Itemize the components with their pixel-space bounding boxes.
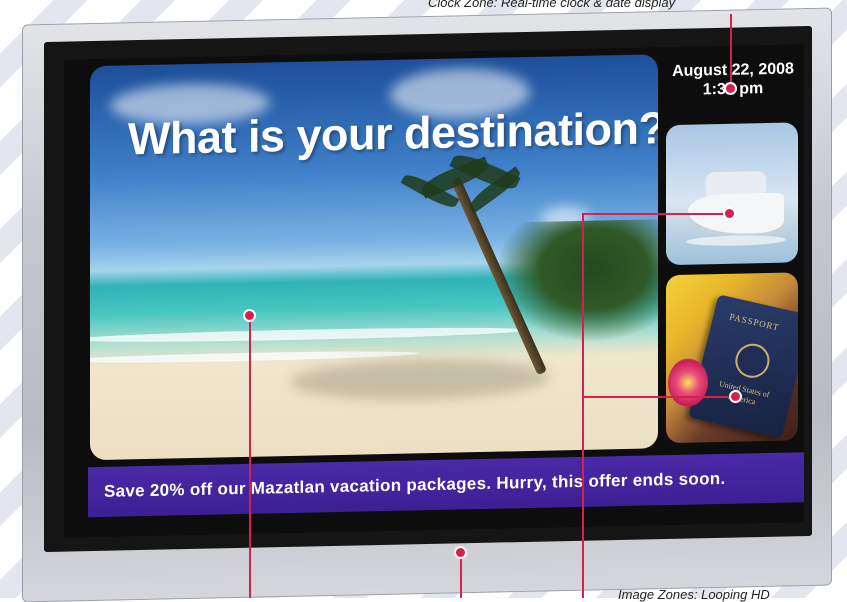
clock-callout-dot — [726, 84, 735, 93]
passport-book: PASSPORT United States of America — [688, 294, 798, 439]
main-image-zone: What is your destination? — [90, 54, 658, 461]
passport-image-zone: PASSPORT United States of America — [666, 272, 798, 444]
bezel-callout-line — [460, 553, 462, 598]
bezel-callout-dot — [456, 548, 465, 557]
passport-title: PASSPORT — [728, 311, 781, 333]
digital-signage-screen: What is your destination? August 22, 200… — [64, 44, 804, 538]
cruise-ship-image-zone — [666, 122, 798, 266]
clock-callout-line — [730, 14, 732, 88]
image-zones-caption: Image Zones: Looping HD — [618, 587, 770, 602]
passport-callout-dot — [731, 392, 740, 401]
headline: What is your destination? — [128, 102, 658, 165]
image-zones-callout-line — [582, 213, 584, 598]
ship-wake — [686, 234, 786, 247]
ticker-text: Save 20% off our Mazatlan vacation packa… — [104, 468, 726, 501]
clock-date: August 22, 2008 — [672, 60, 794, 81]
wave-foam — [90, 324, 530, 345]
passport-seal-icon — [731, 340, 774, 382]
palm-shadow — [290, 356, 550, 403]
main-zone-callout-line — [249, 316, 251, 598]
image-zones-callout-branch-bottom — [582, 396, 730, 398]
ticker-zone: Save 20% off our Mazatlan vacation packa… — [88, 452, 804, 518]
passport-country: United States of America — [718, 379, 771, 407]
main-zone-callout-dot — [245, 311, 254, 320]
ship-callout-dot — [725, 209, 734, 218]
image-zones-callout-branch-top — [582, 213, 730, 215]
clock-zone-caption: Clock Zone: Real-time clock & date displ… — [428, 0, 676, 10]
